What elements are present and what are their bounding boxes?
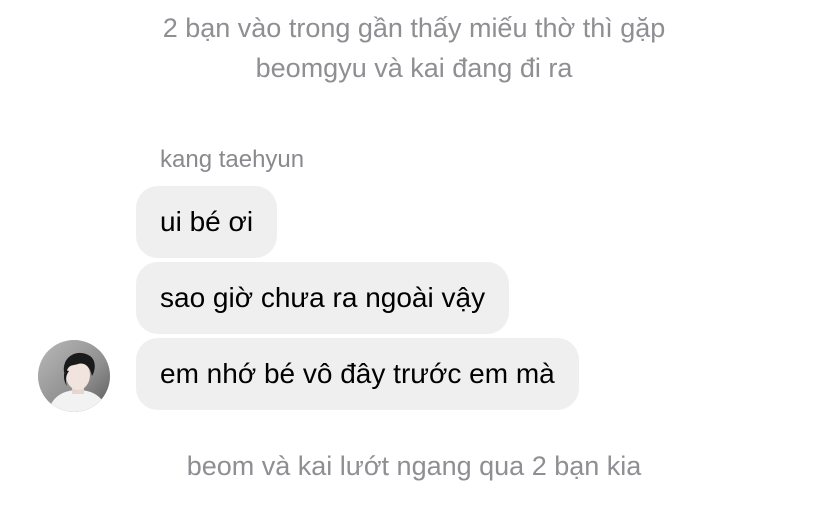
message-text: em nhớ bé vô đây trước em mà [160,358,555,389]
message-bubble[interactable]: sao giờ chưa ra ngoài vậy [136,262,510,334]
sender-name: kang taehyun [160,146,305,173]
narration-text-bottom: beom và kai lướt ngang qua 2 bạn kia [0,446,828,486]
message-bubble[interactable]: ui bé ơi [136,186,278,258]
narration-text-top: 2 bạn vào trong gần thấy miếu thờ thì gặ… [0,8,828,88]
person-avatar-icon [38,340,110,412]
sender-avatar[interactable] [38,340,110,412]
message-text: sao giờ chưa ra ngoài vậy [160,282,486,313]
message-text: ui bé ơi [160,206,254,237]
message-bubble[interactable]: em nhớ bé vô đây trước em mà [136,338,579,410]
narration-top-text: 2 bạn vào trong gần thấy miếu thờ thì gặ… [162,13,666,83]
narration-bottom-text: beom và kai lướt ngang qua 2 bạn kia [186,451,642,481]
